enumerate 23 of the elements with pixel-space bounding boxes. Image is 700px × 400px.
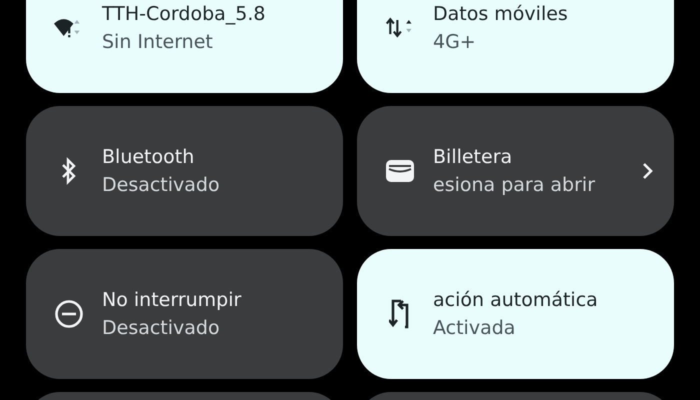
tile-title: TTH-Cordoba_5.8: [102, 3, 266, 25]
quick-settings-tile[interactable]: Bluetooth Desactivado: [26, 106, 343, 236]
tile-status: 4G+: [433, 31, 477, 53]
quick-settings-tile[interactable]: No interrumpir Desactivado: [26, 249, 343, 379]
tile-title: Bluetooth: [102, 146, 196, 168]
tile-status: Desactivado: [102, 317, 221, 339]
wallet-icon: [386, 160, 414, 182]
chevron-right-icon: [642, 162, 654, 180]
tile-status: esiona para abrir: [433, 174, 596, 196]
tile-title: ación automática: [433, 289, 599, 311]
tile-title: Datos móviles: [433, 3, 569, 25]
quick-settings-tile[interactable]: ación automática Activada: [357, 249, 674, 379]
tile-title: No interrumpir: [102, 289, 242, 311]
rotate-icon: [389, 298, 411, 330]
tile-status: Activada: [433, 317, 516, 339]
tile-status: Desactivado: [102, 174, 221, 196]
quick-settings-tile[interactable]: TTH-Cordoba_5.8 Sin Internet: [26, 0, 343, 93]
bluetooth-icon: [60, 157, 78, 185]
tile-title: Billetera: [433, 146, 514, 168]
quick-settings-tile[interactable]: Datos móviles 4G+: [357, 0, 674, 93]
tile-status: Sin Internet: [102, 31, 214, 53]
minus-circle-icon: [54, 299, 84, 329]
quick-settings-tile[interactable]: Billetera esiona para abrir: [357, 106, 674, 236]
